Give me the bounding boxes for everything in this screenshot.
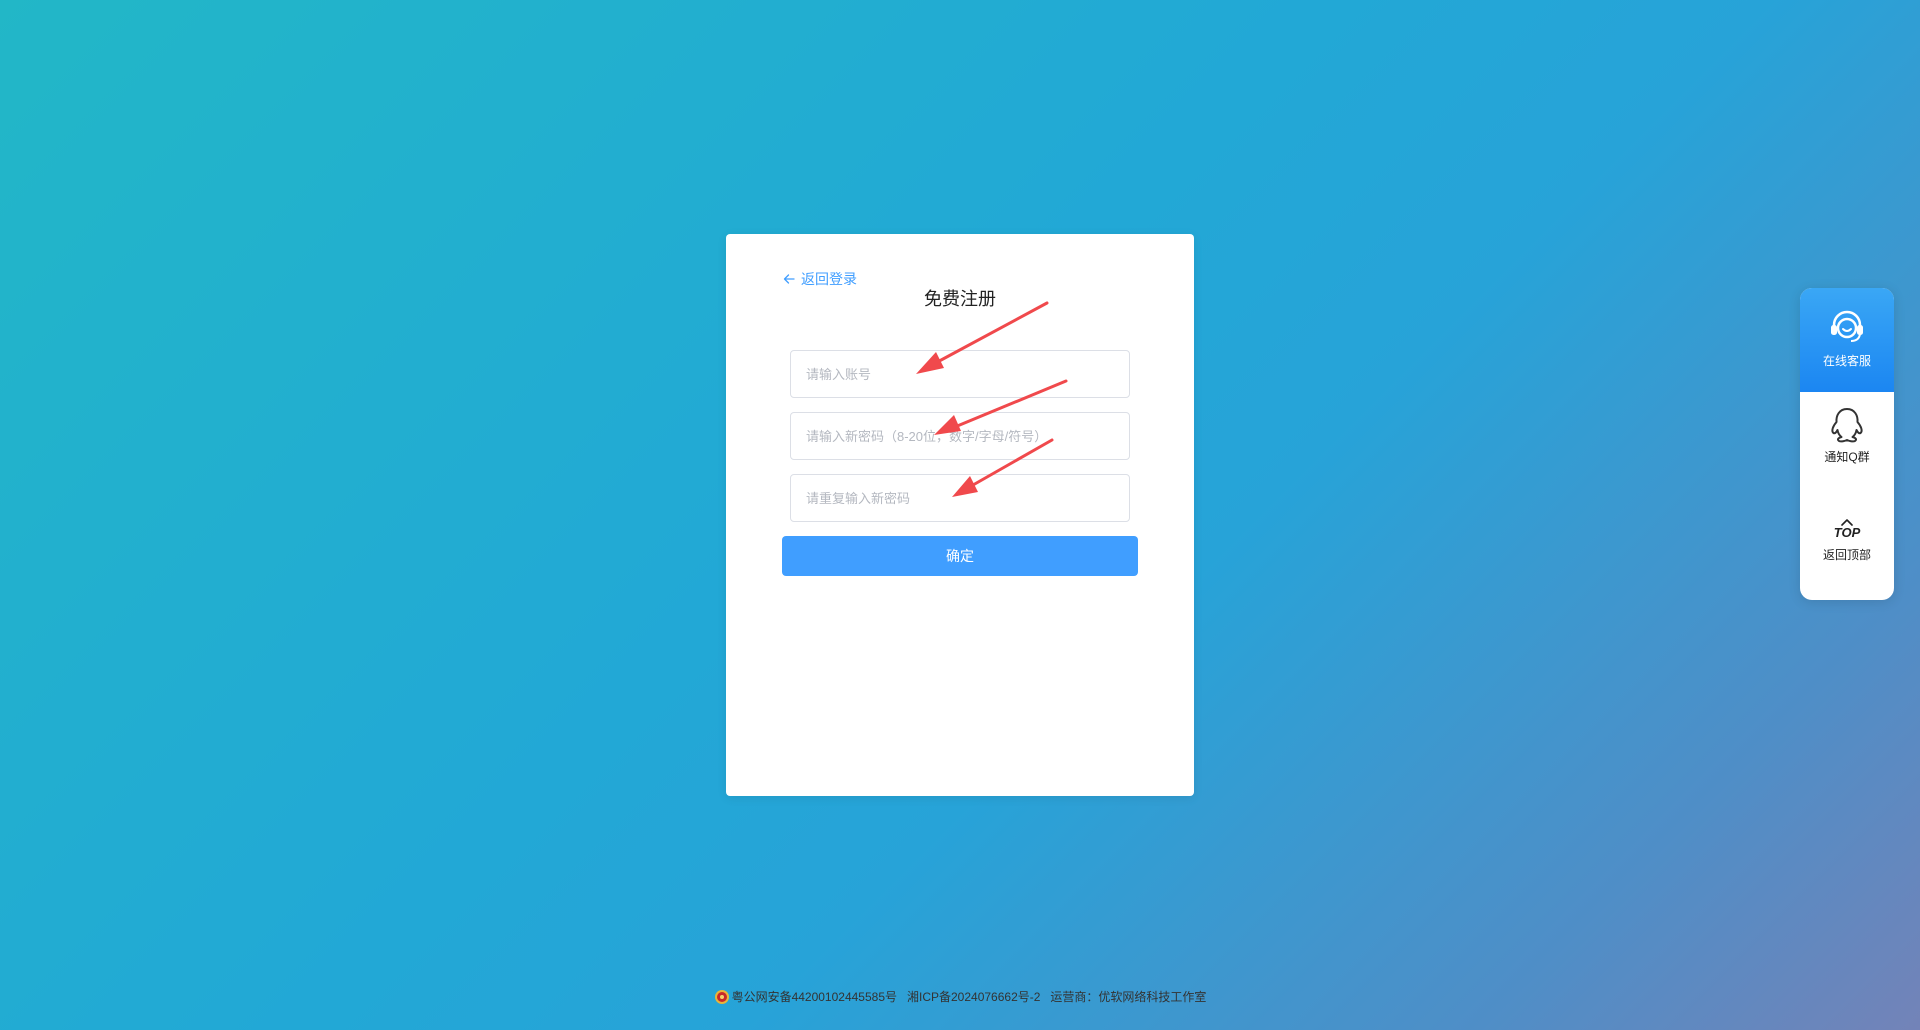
floating-side-panel: 在线客服 通知Q群 TOP 返回顶部 bbox=[1800, 288, 1894, 600]
online-service-button[interactable]: 在线客服 bbox=[1800, 288, 1894, 392]
confirm-button[interactable]: 确定 bbox=[782, 536, 1138, 576]
police-badge-icon bbox=[714, 989, 729, 1004]
password-input[interactable] bbox=[791, 413, 1129, 459]
operator-text: 运营商：优软网络科技工作室 bbox=[1050, 990, 1207, 1004]
police-record-text: 粤公网安备44200102445585号 bbox=[731, 990, 897, 1004]
notify-qq-group-label: 通知Q群 bbox=[1824, 450, 1870, 464]
confirm-password-field bbox=[790, 474, 1130, 522]
top-text: TOP bbox=[1833, 525, 1861, 540]
icp-record-link[interactable]: 湘ICP备2024076662号-2 bbox=[907, 988, 1040, 1005]
account-input[interactable] bbox=[791, 351, 1129, 397]
headset-icon bbox=[1831, 310, 1863, 342]
back-to-top-label: 返回顶部 bbox=[1822, 548, 1871, 562]
footer: 粤公网安备44200102445585号 湘ICP备2024076662号-2 … bbox=[0, 988, 1920, 1005]
page-title: 免费注册 bbox=[924, 289, 996, 309]
back-to-top-button[interactable]: TOP 返回顶部 bbox=[1800, 518, 1894, 588]
qq-icon bbox=[1831, 408, 1863, 443]
account-field bbox=[790, 350, 1130, 398]
register-card: 返回登录 免费注册 确定 bbox=[726, 234, 1194, 796]
notify-qq-group-button[interactable]: 通知Q群 bbox=[1800, 406, 1894, 486]
password-field bbox=[790, 412, 1130, 460]
confirm-password-input[interactable] bbox=[791, 475, 1129, 521]
arrow-left-icon bbox=[783, 274, 795, 284]
police-record-link[interactable]: 粤公网安备44200102445585号 bbox=[714, 988, 897, 1005]
online-service-label: 在线客服 bbox=[1822, 354, 1871, 368]
